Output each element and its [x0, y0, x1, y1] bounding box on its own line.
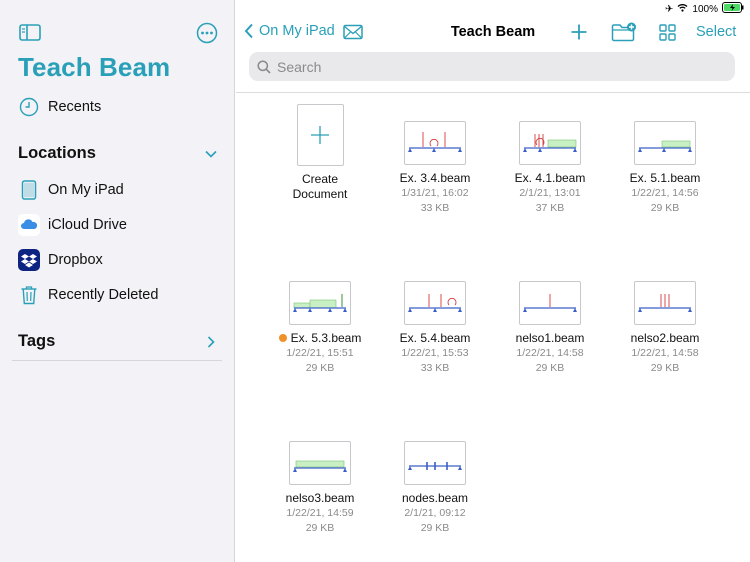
- header-divider: [236, 92, 750, 93]
- sidebar-item-label: Recently Deleted: [48, 287, 159, 303]
- file-name: nelso1.beam: [515, 331, 585, 345]
- file-thumbnail: [404, 121, 466, 165]
- status-bar: ✈ 100%: [665, 2, 744, 16]
- file-size: 33 KB: [420, 362, 450, 374]
- trash-icon: [18, 284, 40, 306]
- chevron-down-icon[interactable]: [204, 147, 218, 161]
- file-thumbnail: [519, 121, 581, 165]
- locations-header[interactable]: Locations: [18, 144, 96, 163]
- file-size: 29 KB: [420, 522, 450, 534]
- search-bar[interactable]: [249, 52, 735, 81]
- file-name: Ex. 5.3.beam: [265, 331, 375, 346]
- battery-percent: 100%: [692, 3, 718, 15]
- file-name: nelso2.beam: [630, 331, 700, 345]
- sidebar-item-label: Dropbox: [48, 252, 103, 268]
- sidebar-item-label: iCloud Drive: [48, 217, 127, 233]
- chevron-left-icon: [244, 23, 253, 39]
- file-item[interactable]: Ex. 3.4.beam 1/31/21, 16:02 33 KB: [380, 121, 490, 216]
- file-item[interactable]: Ex. 4.1.beam 2/1/21, 13:01 37 KB: [495, 121, 605, 216]
- mail-icon[interactable]: [343, 24, 363, 40]
- search-input[interactable]: [277, 58, 717, 75]
- tag-dot-orange: [278, 334, 287, 342]
- file-browser: ✈ 100% On My iPad Teach Beam Select Sear…: [236, 0, 750, 562]
- file-thumbnail: [634, 121, 696, 165]
- sidebar-item-recents[interactable]: Recents: [18, 92, 101, 122]
- sidebar-item-icloud-drive[interactable]: iCloud Drive: [18, 210, 127, 240]
- icloud-icon: [18, 214, 40, 236]
- sidebar-item-label: Recents: [48, 99, 102, 115]
- back-label: On My iPad: [259, 23, 335, 39]
- file-date: 1/22/21, 15:53: [401, 347, 469, 359]
- file-name: Ex. 5.1.beam: [629, 171, 701, 185]
- file-size: 37 KB: [535, 202, 565, 214]
- file-item[interactable]: Ex. 5.4.beam 1/22/21, 15:53 33 KB: [380, 281, 490, 376]
- file-date: 1/22/21, 14:56: [631, 187, 699, 199]
- sidebar-divider: [12, 360, 222, 361]
- file-size: 29 KB: [305, 362, 335, 374]
- file-thumbnail: [289, 281, 351, 325]
- sidebar-item-recently-deleted[interactable]: Recently Deleted: [18, 280, 158, 310]
- sidebar-item-on-my-ipad[interactable]: On My iPad: [18, 175, 124, 205]
- dropbox-icon: [18, 249, 40, 271]
- file-name: Ex. 3.4.beam: [399, 171, 471, 185]
- file-name: Ex. 5.4.beam: [399, 331, 471, 345]
- clock-icon: [18, 96, 40, 118]
- file-item[interactable]: Ex. 5.1.beam 1/22/21, 14:56 29 KB: [610, 121, 720, 216]
- select-button[interactable]: Select: [696, 24, 736, 40]
- file-item[interactable]: nelso1.beam 1/22/21, 14:58 29 KB: [495, 281, 605, 376]
- file-date: 1/31/21, 16:02: [401, 187, 469, 199]
- create-document-tile: [296, 104, 344, 166]
- file-date: 1/22/21, 15:51: [286, 347, 354, 359]
- sidebar: Teach Beam Recents Locations On My iPad …: [0, 0, 235, 562]
- chevron-right-icon[interactable]: [204, 335, 218, 349]
- ipad-icon: [18, 179, 40, 201]
- file-name: nodes.beam: [401, 491, 469, 505]
- app-title: Teach Beam: [18, 52, 171, 82]
- file-date: 2/1/21, 09:12: [404, 507, 466, 519]
- file-date: 1/22/21, 14:58: [516, 347, 584, 359]
- file-thumbnail: [289, 441, 351, 485]
- back-button[interactable]: On My iPad: [244, 23, 335, 39]
- file-item[interactable]: nodes.beam 2/1/21, 09:12 29 KB: [380, 441, 490, 536]
- grid-view-icon[interactable]: [659, 24, 676, 41]
- create-document-button[interactable]: Create Document: [265, 104, 375, 202]
- new-folder-icon[interactable]: [611, 22, 637, 42]
- file-item[interactable]: nelso3.beam 1/22/21, 14:59 29 KB: [265, 441, 375, 536]
- file-item[interactable]: nelso2.beam 1/22/21, 14:58 29 KB: [610, 281, 720, 376]
- airplane-icon: ✈: [665, 3, 674, 15]
- file-date: 1/22/21, 14:59: [286, 507, 354, 519]
- sidebar-toggle-icon[interactable]: [19, 24, 41, 41]
- battery-charging-icon: [722, 2, 744, 16]
- file-thumbnail: [634, 281, 696, 325]
- create-label-line1: Create: [301, 172, 339, 186]
- file-size: 29 KB: [650, 202, 680, 214]
- plus-icon[interactable]: [570, 23, 588, 41]
- file-size: 29 KB: [650, 362, 680, 374]
- file-size: 29 KB: [305, 522, 335, 534]
- search-icon: [257, 59, 271, 74]
- create-label-line2: Document: [292, 187, 348, 201]
- wifi-icon: [677, 3, 688, 15]
- file-name: nelso3.beam: [285, 491, 355, 505]
- tags-header[interactable]: Tags: [18, 332, 55, 351]
- more-options-icon[interactable]: [196, 22, 218, 44]
- file-thumbnail: [519, 281, 581, 325]
- file-name: Ex. 4.1.beam: [514, 171, 586, 185]
- file-date: 2/1/21, 13:01: [519, 187, 581, 199]
- plus-icon: [311, 126, 329, 144]
- file-thumbnail: [404, 441, 466, 485]
- file-item[interactable]: Ex. 5.3.beam 1/22/21, 15:51 29 KB: [265, 281, 375, 376]
- sidebar-item-label: On My iPad: [48, 182, 124, 198]
- file-thumbnail: [404, 281, 466, 325]
- file-size: 33 KB: [420, 202, 450, 214]
- file-date: 1/22/21, 14:58: [631, 347, 699, 359]
- file-size: 29 KB: [535, 362, 565, 374]
- sidebar-item-dropbox[interactable]: Dropbox: [18, 245, 103, 275]
